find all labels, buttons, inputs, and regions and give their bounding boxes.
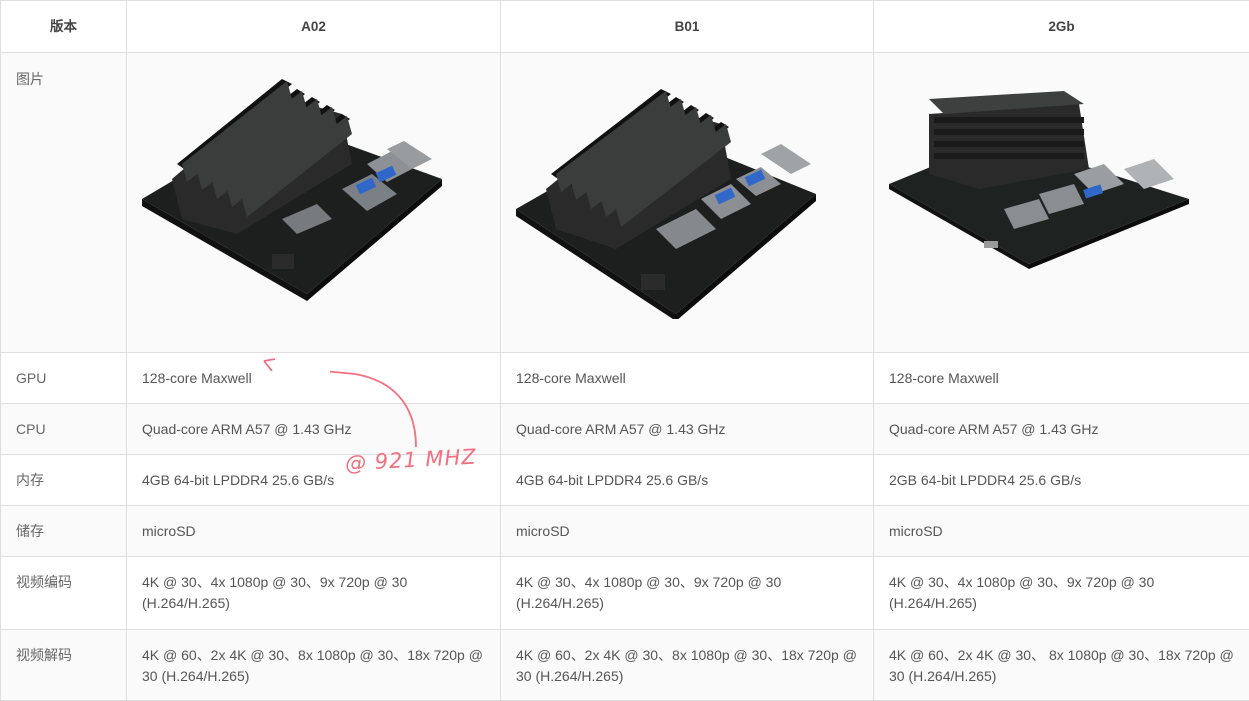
cpu-b01: Quad-core ARM A57 @ 1.43 GHz bbox=[501, 404, 874, 455]
header-version-2gb: 2Gb bbox=[874, 1, 1249, 53]
board-image-2gb bbox=[889, 69, 1234, 329]
storage-2gb: microSD bbox=[874, 506, 1249, 557]
header-version-b01: B01 bbox=[501, 1, 874, 53]
memory-row: 内存 4GB 64-bit LPDDR4 25.6 GB/s 4GB 64-bi… bbox=[1, 455, 1249, 506]
cpu-row: CPU Quad-core ARM A57 @ 1.43 GHz Quad-co… bbox=[1, 404, 1249, 455]
spec-comparison-table: 版本 A02 B01 2Gb 图片 bbox=[0, 0, 1249, 701]
row-label-gpu: GPU bbox=[1, 353, 127, 404]
video-decode-2gb: 4K @ 60、2x 4K @ 30、 8x 1080p @ 30、18x 72… bbox=[874, 630, 1249, 701]
row-label-video-encode: 视频编码 bbox=[1, 557, 127, 630]
header-version-a02: A02 bbox=[127, 1, 501, 53]
storage-a02: microSD bbox=[127, 506, 501, 557]
board-image-b01 bbox=[516, 69, 858, 329]
video-decode-a02: 4K @ 60、2x 4K @ 30、8x 1080p @ 30、18x 720… bbox=[127, 630, 501, 701]
video-decode-b01: 4K @ 60、2x 4K @ 30、8x 1080p @ 30、18x 720… bbox=[501, 630, 874, 701]
image-cell-2gb bbox=[874, 53, 1249, 353]
storage-row: 储存 microSD microSD microSD bbox=[1, 506, 1249, 557]
cpu-2gb: Quad-core ARM A57 @ 1.43 GHz bbox=[874, 404, 1249, 455]
image-cell-b01 bbox=[501, 53, 874, 353]
video-encode-b01: 4K @ 30、4x 1080p @ 30、9x 720p @ 30 (H.26… bbox=[501, 557, 874, 630]
board-image-a02 bbox=[142, 69, 485, 329]
image-row: 图片 bbox=[1, 53, 1249, 353]
video-encode-row: 视频编码 4K @ 30、4x 1080p @ 30、9x 720p @ 30 … bbox=[1, 557, 1249, 630]
header-row: 版本 A02 B01 2Gb bbox=[1, 1, 1249, 53]
image-cell-a02 bbox=[127, 53, 501, 353]
memory-2gb: 2GB 64-bit LPDDR4 25.6 GB/s bbox=[874, 455, 1249, 506]
gpu-b01: 128-core Maxwell bbox=[501, 353, 874, 404]
row-label-image: 图片 bbox=[1, 53, 127, 353]
gpu-2gb: 128-core Maxwell bbox=[874, 353, 1249, 404]
row-label-storage: 储存 bbox=[1, 506, 127, 557]
row-label-video-decode: 视频解码 bbox=[1, 630, 127, 701]
arrow-head-icon bbox=[255, 352, 285, 382]
video-encode-2gb: 4K @ 30、4x 1080p @ 30、9x 720p @ 30 (H.26… bbox=[874, 557, 1249, 630]
video-encode-a02: 4K @ 30、4x 1080p @ 30、9x 720p @ 30 (H.26… bbox=[127, 557, 501, 630]
header-version-label: 版本 bbox=[1, 1, 127, 53]
row-label-memory: 内存 bbox=[1, 455, 127, 506]
gpu-a02: 128-core Maxwell bbox=[127, 353, 501, 404]
video-decode-row: 视频解码 4K @ 60、2x 4K @ 30、8x 1080p @ 30、18… bbox=[1, 630, 1249, 701]
gpu-row: GPU 128-core Maxwell 128-core Maxwell 12… bbox=[1, 353, 1249, 404]
memory-b01: 4GB 64-bit LPDDR4 25.6 GB/s bbox=[501, 455, 874, 506]
row-label-cpu: CPU bbox=[1, 404, 127, 455]
storage-b01: microSD bbox=[501, 506, 874, 557]
